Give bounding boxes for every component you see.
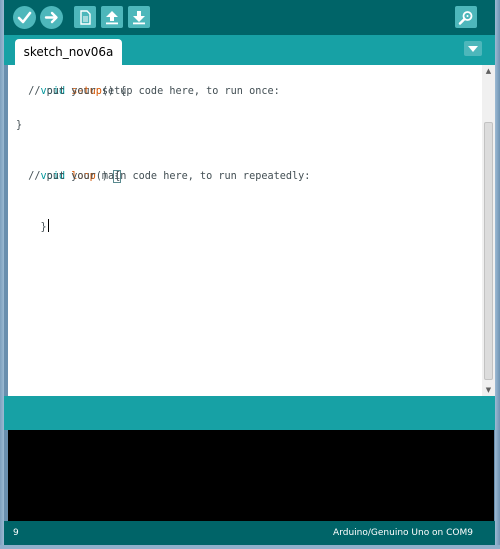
- toolbar: [4, 0, 495, 35]
- window-frame-bottom: [0, 545, 500, 549]
- tab-sketch[interactable]: sketch_nov06a: [15, 39, 122, 65]
- scroll-down-arrow-icon[interactable]: ▼: [484, 386, 493, 394]
- tab-menu-button[interactable]: [464, 41, 482, 56]
- text-cursor: [47, 219, 49, 232]
- message-area: [4, 396, 495, 430]
- line-number: 9: [13, 528, 19, 538]
- upload-button[interactable]: [40, 6, 63, 29]
- board-port-info: Arduino/Genuino Uno on COM9: [333, 528, 473, 538]
- code-line: }: [16, 120, 23, 131]
- arrow-right-icon: [44, 11, 58, 24]
- scroll-up-arrow-icon[interactable]: ▲: [484, 67, 493, 75]
- arrow-down-icon: [133, 10, 145, 24]
- new-file-icon: [79, 9, 91, 25]
- chevron-down-icon: [468, 45, 478, 52]
- window-frame-left: [0, 0, 4, 549]
- arrow-up-icon: [106, 10, 118, 24]
- tab-label: sketch_nov06a: [23, 45, 114, 59]
- save-button[interactable]: [128, 6, 150, 28]
- scrollbar-thumb[interactable]: [484, 122, 493, 380]
- code-line: // put your setup code here, to run once…: [16, 86, 280, 97]
- check-icon: [17, 11, 32, 24]
- code-editor[interactable]: void setup() { // put your setup code he…: [8, 65, 482, 396]
- new-button[interactable]: [74, 6, 96, 28]
- code-line: // put your main code here, to run repea…: [16, 171, 311, 182]
- code-line: }: [16, 202, 49, 253]
- editor-scrollbar[interactable]: ▲ ▼: [482, 65, 495, 396]
- magnifier-icon: [458, 10, 473, 25]
- serial-monitor-button[interactable]: [455, 6, 477, 28]
- window-frame-right: [495, 0, 500, 549]
- verify-button[interactable]: [13, 6, 36, 29]
- status-bar: 9 Arduino/Genuino Uno on COM9: [4, 521, 495, 545]
- output-console: [8, 430, 494, 521]
- open-button[interactable]: [101, 6, 123, 28]
- tab-bar: sketch_nov06a: [4, 35, 495, 65]
